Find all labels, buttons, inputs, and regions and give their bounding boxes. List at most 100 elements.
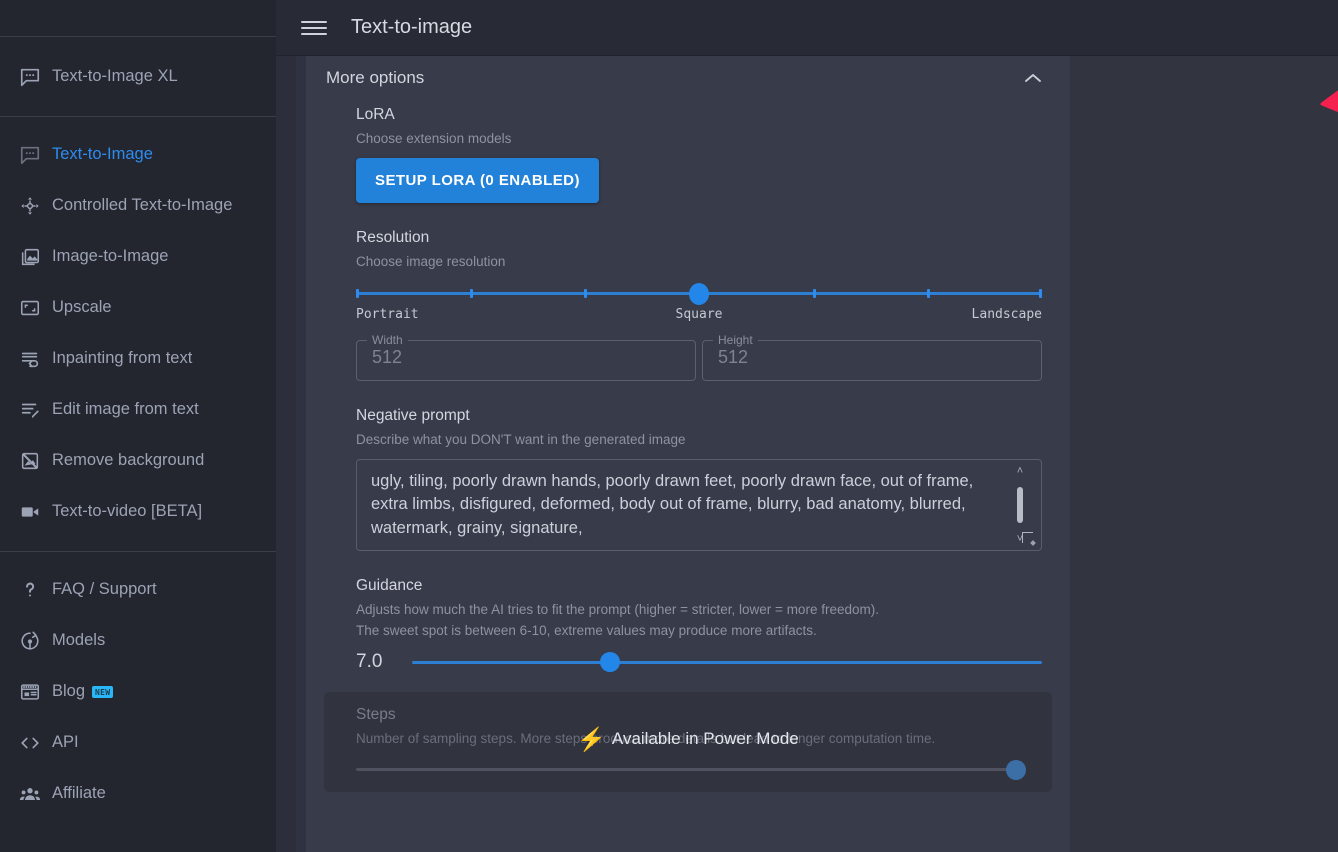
scrollbar-thumb[interactable]: [1017, 486, 1023, 523]
control-move-icon: [8, 194, 52, 218]
sidebar-item-faq-support[interactable]: FAQ / Support: [0, 564, 276, 615]
width-input[interactable]: [356, 333, 696, 382]
slider-tick: [469, 289, 473, 299]
more-options-header[interactable]: More options: [306, 56, 1070, 92]
video-camera-icon: [8, 500, 52, 524]
question-mark-icon: [8, 578, 52, 602]
sidebar-group-tools: Text-to-Image Controlled Text-to-Image I…: [0, 117, 276, 552]
sidebar-item-inpainting-from-text[interactable]: Inpainting from text: [0, 333, 276, 384]
sidebar-item-edit-image-from-text[interactable]: Edit image from text: [0, 384, 276, 435]
content-gutter-inner: [296, 56, 306, 852]
guidance-slider-thumb[interactable]: [600, 651, 621, 672]
lora-label: LoRA: [356, 106, 395, 123]
resize-grip-icon: [1030, 539, 1036, 546]
content-right-fill: [1070, 56, 1338, 852]
sidebar-item-label: Inpainting from text: [52, 349, 193, 368]
sidebar-item-label: Controlled Text-to-Image: [52, 196, 233, 215]
application-root: Text-to-Image XL Text-to-Image Controlle…: [0, 0, 1338, 852]
images-icon: [8, 245, 52, 269]
sidebar-item-api[interactable]: API: [0, 717, 276, 768]
sidebar-item-label: Text-to-Image: [52, 145, 153, 164]
width-field[interactable]: Width: [356, 333, 696, 382]
guidance-label: Guidance: [356, 576, 423, 594]
negative-prompt-textarea-wrapper: ugly, tiling, poorly drawn hands, poorly…: [356, 458, 1042, 551]
people-group-icon: [8, 782, 52, 806]
steps-block-disabled: Steps Number of sampling steps. More ste…: [324, 691, 1052, 792]
slider-tick: [927, 289, 931, 299]
guidance-slider-track: [412, 660, 1042, 664]
sidebar-item-label: Upscale: [52, 298, 112, 317]
new-badge: NEW: [92, 685, 114, 698]
steps-description: Number of sampling steps. More steps pro…: [356, 730, 936, 746]
negative-prompt-block: Negative prompt Describe what you DON'T …: [306, 381, 1070, 551]
sidebar-item-controlled-text-to-image[interactable]: Controlled Text-to-Image: [0, 180, 276, 231]
guidance-value: 7.0: [356, 650, 383, 672]
sidebar-item-label: Blog: [52, 682, 86, 701]
sidebar-group-secondary: FAQ / Support Models Blog NEW API Affili…: [0, 552, 276, 825]
resolution-slider-thumb[interactable]: [689, 283, 709, 306]
sidebar-item-upscale[interactable]: Upscale: [0, 282, 276, 333]
sidebar-item-text-to-image[interactable]: Text-to-Image: [0, 129, 276, 180]
sidebar-top-divider: [0, 0, 276, 37]
steps-slider-thumb: [1006, 759, 1026, 780]
resolution-description: Choose image resolution: [356, 253, 506, 269]
sidebar-item-label: Affiliate: [52, 784, 106, 803]
guidance-description-line1: Adjusts how much the AI tries to fit the…: [356, 601, 879, 617]
sidebar-item-label: Text-to-video [BETA]: [52, 502, 203, 521]
negative-prompt-label: Negative prompt: [356, 407, 470, 425]
code-brackets-icon: [8, 731, 52, 755]
sidebar-item-label: API: [52, 733, 79, 752]
resolution-block: Resolution Choose image resolution Portr…: [306, 203, 1070, 382]
sidebar-group-primary: Text-to-Image XL: [0, 37, 276, 117]
content-gutter-left: [276, 56, 296, 852]
chat-bubble-icon: [8, 143, 52, 167]
scroll-up-arrow-icon[interactable]: ˄: [1017, 465, 1023, 476]
sidebar-item-text-to-video[interactable]: Text-to-video [BETA]: [0, 486, 276, 537]
sidebar: Text-to-Image XL Text-to-Image Controlle…: [0, 0, 276, 852]
negative-prompt-textarea[interactable]: ugly, tiling, poorly drawn hands, poorly…: [356, 458, 1042, 551]
sidebar-item-models[interactable]: Models: [0, 615, 276, 666]
sidebar-item-affiliate[interactable]: Affiliate: [0, 768, 276, 819]
setup-lora-button[interactable]: SETUP LORA (0 ENABLED): [356, 157, 599, 203]
steps-label: Steps: [356, 705, 396, 723]
inpainting-icon: [8, 347, 52, 371]
sidebar-item-label: Edit image from text: [52, 400, 199, 419]
guidance-block: Guidance Adjusts how much the AI tries t…: [306, 551, 1070, 674]
page-title: Text-to-image: [351, 16, 473, 38]
textarea-resize-handle[interactable]: [1022, 531, 1036, 546]
collapse-chevron-up-icon[interactable]: [1018, 69, 1048, 87]
steps-slider-track: [356, 767, 1020, 771]
guidance-description-line2: The sweet spot is between 6-10, extreme …: [356, 623, 817, 639]
lora-description: Choose extension models: [356, 131, 512, 146]
top-bar: Text-to-image: [276, 0, 1338, 56]
sidebar-item-label: Models: [52, 631, 106, 650]
resolution-slider[interactable]: Portrait Square Landscape: [356, 281, 1042, 327]
slider-tick: [1039, 289, 1042, 299]
resolution-mid-label: Square: [675, 307, 723, 323]
sidebar-item-remove-background[interactable]: Remove background: [0, 435, 276, 486]
guidance-slider[interactable]: [412, 650, 1042, 674]
height-input[interactable]: [702, 333, 1042, 382]
sidebar-item-text-to-image-xl[interactable]: Text-to-Image XL: [0, 51, 276, 102]
sidebar-item-image-to-image[interactable]: Image-to-Image: [0, 231, 276, 282]
resolution-max-label: Landscape: [971, 307, 1042, 323]
lora-block: LoRA Choose extension models SETUP LORA …: [306, 92, 1070, 203]
chat-bubble-icon: [8, 65, 52, 89]
upscale-icon: [8, 296, 52, 320]
content-area: More options LoRA Choose extension model…: [276, 56, 1338, 852]
remove-background-icon: [8, 449, 52, 473]
more-options-title: More options: [326, 68, 425, 87]
models-icon: [8, 629, 52, 653]
slider-tick: [356, 289, 359, 299]
negative-prompt-description: Describe what you DON'T want in the gene…: [356, 432, 686, 448]
sidebar-item-label: Text-to-Image XL: [52, 67, 178, 86]
resolution-min-label: Portrait: [356, 307, 419, 323]
sidebar-item-label: FAQ / Support: [52, 580, 157, 599]
sidebar-item-blog[interactable]: Blog NEW: [0, 666, 276, 717]
hamburger-menu-icon[interactable]: [301, 18, 327, 38]
blog-icon: [8, 680, 52, 704]
sidebar-item-label: Image-to-Image: [52, 247, 169, 266]
edit-text-icon: [8, 398, 52, 422]
height-field[interactable]: Height: [702, 333, 1042, 382]
more-options-panel: More options LoRA Choose extension model…: [306, 56, 1070, 852]
